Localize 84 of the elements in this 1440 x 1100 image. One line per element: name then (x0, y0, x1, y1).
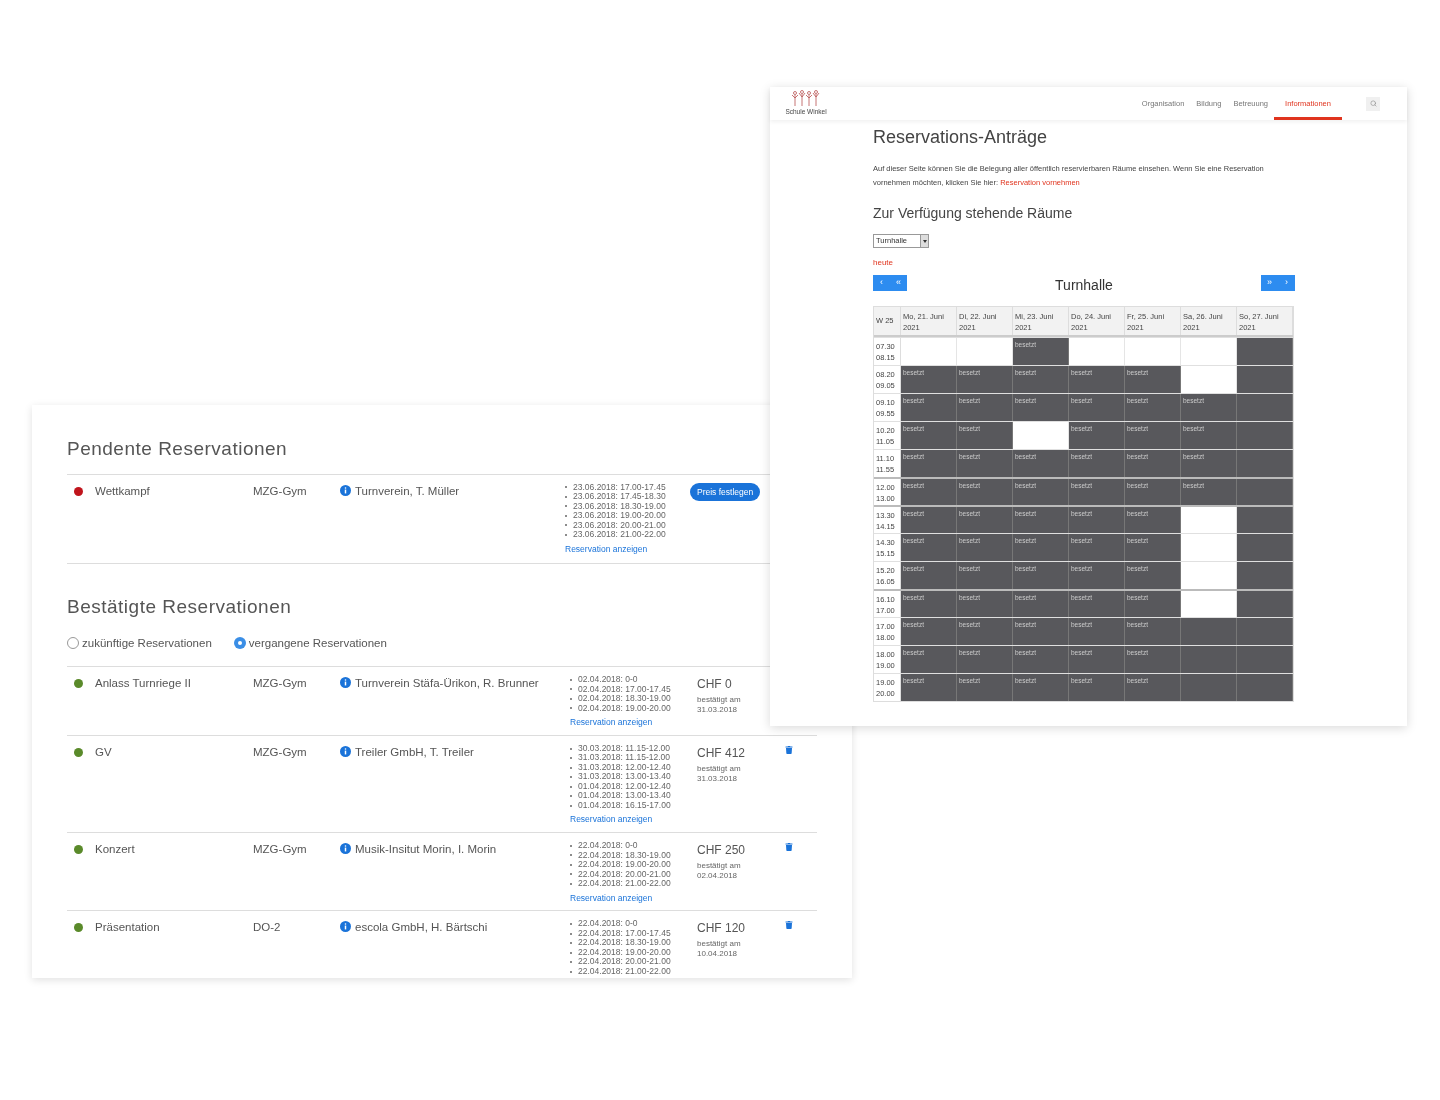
confirmation-date: 31.03.2018 (697, 773, 739, 784)
confirmation-date: 02.04.2018 (697, 871, 739, 881)
date-entry: 31.03.2018: 13.00-13.40 (578, 772, 671, 782)
organizer-name: Turnverein, T. Müller (355, 483, 460, 499)
organizer-name: escola GmbH, H. Bärtschi (355, 920, 488, 936)
next-button[interactable]: » (1261, 275, 1278, 291)
date-entry: 02.04.2018: 19.00-20.00 (578, 703, 671, 713)
price: CHF 120 (697, 920, 747, 938)
date-entry: 23.06.2018: 21.00-22.00 (573, 530, 666, 540)
logo-icon (791, 90, 821, 108)
date-entry: 22.04.2018: 20.00-21.00 (578, 869, 671, 879)
room-name: MZG-Gym (253, 676, 308, 691)
info-icon[interactable] (340, 677, 351, 688)
date-entry: 22.04.2018: 19.00-20.00 (578, 947, 671, 958)
price: CHF 0 (697, 676, 733, 693)
price: CHF 412 (697, 744, 747, 762)
dropdown-icon (922, 239, 927, 243)
confirmation-label: bestätigt am (697, 939, 742, 950)
date-entry: 22.04.2018: 0-0 (578, 919, 638, 929)
date-entry: 31.03.2018: 11.15-12.00 (578, 753, 670, 763)
date-entry: 22.04.2018: 21.00-22.00 (578, 966, 671, 977)
show-reservation-link[interactable]: Reservation anzeigen (570, 891, 697, 905)
date-entry: 02.04.2018: 0-0 (578, 675, 638, 685)
today-link[interactable]: heute (873, 257, 894, 269)
show-reservation-link[interactable]: Reservation anzeigen (565, 542, 690, 556)
search-icon (1369, 100, 1377, 107)
delete-icon[interactable] (785, 745, 793, 754)
date-entry: 02.04.2018: 17.00-17.45 (578, 684, 671, 694)
previous-button[interactable]: « (890, 275, 907, 291)
date-entry: 23.06.2018: 18.30-19.00 (573, 501, 666, 511)
info-icon[interactable] (340, 843, 351, 854)
date-entry: 01.04.2018: 16.15-17.00 (578, 800, 671, 811)
date-entry: 31.03.2018: 12.00-12.40 (578, 762, 671, 773)
event-name: Anlass Turnriege II (95, 676, 192, 691)
room-name: MZG-Gym (253, 744, 308, 760)
section-heading: Bestätigte Reservationen (67, 595, 293, 620)
date-entry: 30.03.2018: 11.15-12.00 (578, 743, 670, 754)
info-icon[interactable] (340, 921, 351, 933)
room-name: MZG-Gym (253, 842, 308, 857)
delete-icon[interactable] (785, 921, 793, 930)
section-heading: Zur Verfügung stehende Räume (873, 204, 1074, 223)
date-entry: 23.06.2018: 19.00-20.00 (573, 511, 666, 521)
room-name: DO-2 (253, 920, 282, 936)
show-reservation-link[interactable]: Reservation anzeigen (570, 813, 697, 826)
event-name: Wettkampf (95, 483, 151, 499)
radio-label: zukünftige Reservationen (82, 635, 212, 651)
date-entry: 23.06.2018: 17.00-17.45 (573, 482, 666, 492)
event-name: Präsentation (95, 920, 161, 936)
info-icon[interactable] (340, 484, 351, 496)
room-name: MZG-Gym (253, 483, 308, 499)
search-button[interactable] (1366, 96, 1380, 111)
date-entry: 22.04.2018: 19.00-20.00 (578, 860, 671, 870)
date-entry: 22.04.2018: 18.30-19.00 (578, 938, 671, 948)
date-entry: 22.04.2018: 20.00-21.00 (578, 957, 671, 967)
confirmation-date: 31.03.2018 (697, 705, 739, 715)
date-entry: 22.04.2018: 17.00-17.45 (578, 928, 671, 939)
confirmation-date: 10.04.2018 (697, 949, 739, 960)
organizer-name: Treiler GmbH, T. Treiler (355, 744, 474, 760)
confirmation-label: bestätigt am (697, 763, 742, 774)
radio-label: vergangene Reservationen (248, 635, 387, 651)
date-entry: 22.04.2018: 21.00-22.00 (578, 879, 671, 889)
confirmation-label: bestätigt am (697, 695, 742, 705)
radio-button[interactable] (67, 637, 79, 650)
date-entry: 23.06.2018: 20.00-21.00 (573, 520, 666, 530)
radio-button[interactable] (233, 637, 246, 650)
previous-button[interactable]: ‹ (873, 275, 890, 291)
date-entry: 01.04.2018: 12.00-12.40 (578, 781, 671, 792)
delete-icon[interactable] (785, 843, 793, 851)
price: CHF 250 (697, 842, 747, 859)
confirmation-label: bestätigt am (697, 861, 742, 871)
event-name: Konzert (95, 842, 136, 857)
page-title: Reservations-Anträge (873, 126, 1049, 149)
calendar-title: Turnhalle (1055, 276, 1113, 295)
organizer-name: Musik-Insitut Morin, I. Morin (355, 842, 497, 857)
show-reservation-link[interactable]: Reservation anzeigen (570, 716, 697, 729)
organizer-name: Turnverein Stäfa-Ürikon, R. Brunner (355, 676, 539, 691)
date-entry: 02.04.2018: 18.30-19.00 (578, 694, 671, 704)
info-icon[interactable] (340, 745, 351, 757)
date-entry: 22.04.2018: 0-0 (578, 841, 638, 851)
set-price-button[interactable]: Preis festlegen (690, 482, 761, 502)
event-name: GV (95, 744, 113, 760)
date-entry: 22.04.2018: 18.30-19.00 (578, 850, 671, 860)
date-entry: 23.06.2018: 17.45-18.30 (573, 492, 666, 502)
date-entry: 01.04.2018: 13.00-13.40 (578, 791, 671, 801)
